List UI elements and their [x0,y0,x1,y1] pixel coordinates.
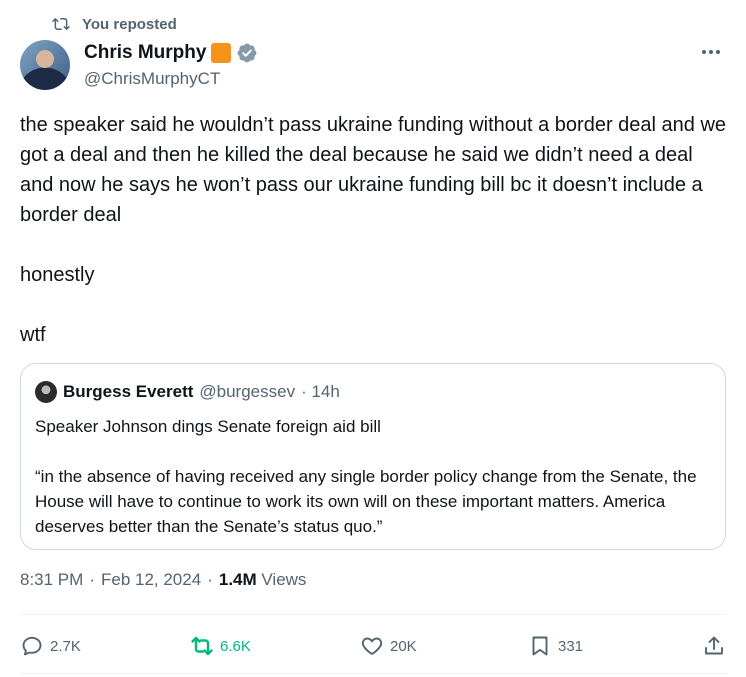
quoted-tweet-text: Speaker Johnson dings Senate foreign aid… [35,417,697,536]
bookmark-button[interactable]: 331 [528,634,696,658]
action-bar: 2.7K 6.6K 20K 331 [20,628,726,664]
share-icon [705,636,723,655]
heart-icon [361,637,383,655]
meta-separator: · [89,570,95,589]
quoted-author-handle: @burgessev [199,382,296,401]
like-count: 20K [390,637,417,655]
repost-icon [52,17,70,31]
meta-separator: · [207,570,213,589]
more-options-icon[interactable] [696,42,726,62]
views-label: Views [261,570,307,589]
quoted-time: · 14h [301,382,340,401]
repost-indicator: You reposted [52,14,177,34]
views-count: 1.4M [218,570,257,589]
repost-count: 6.6K [220,637,251,655]
quoted-tweet[interactable]: Burgess Everett @burgessev · 14h Speaker… [20,363,726,550]
quoted-author-name: Burgess Everett [63,382,194,401]
avatar[interactable] [20,40,70,90]
reply-button[interactable]: 2.7K [20,634,190,658]
repost-button[interactable]: 6.6K [190,634,360,658]
divider [20,614,726,615]
tweet-time[interactable]: 8:31 PM [20,570,83,590]
share-button[interactable] [702,634,726,658]
tweet-header: Chris Murphy @ChrisMurphyCT [20,40,726,92]
divider [20,673,726,674]
author-handle[interactable]: @ChrisMurphyCT [84,69,258,89]
quoted-tweet-header: Burgess Everett @burgessev · 14h [35,380,711,404]
bookmark-icon [532,636,548,656]
quoted-avatar [35,381,57,403]
reply-icon [22,636,42,656]
author-name[interactable]: Chris Murphy [84,42,206,64]
bookmark-count: 331 [558,637,584,655]
verified-badge-icon [238,43,257,63]
repost-label: You reposted [82,15,177,33]
tweet-meta: 8:31 PM · Feb 12, 2024 · 1.4M Views [20,570,306,590]
repost-active-icon [191,636,213,656]
orange-square-badge-icon [211,43,232,63]
reply-count: 2.7K [50,637,81,655]
tweet-date[interactable]: Feb 12, 2024 [101,570,201,590]
like-button[interactable]: 20K [360,634,528,658]
tweet-text: the speaker said he wouldn’t pass ukrain… [20,114,727,346]
author-block: Chris Murphy @ChrisMurphyCT [84,41,258,89]
